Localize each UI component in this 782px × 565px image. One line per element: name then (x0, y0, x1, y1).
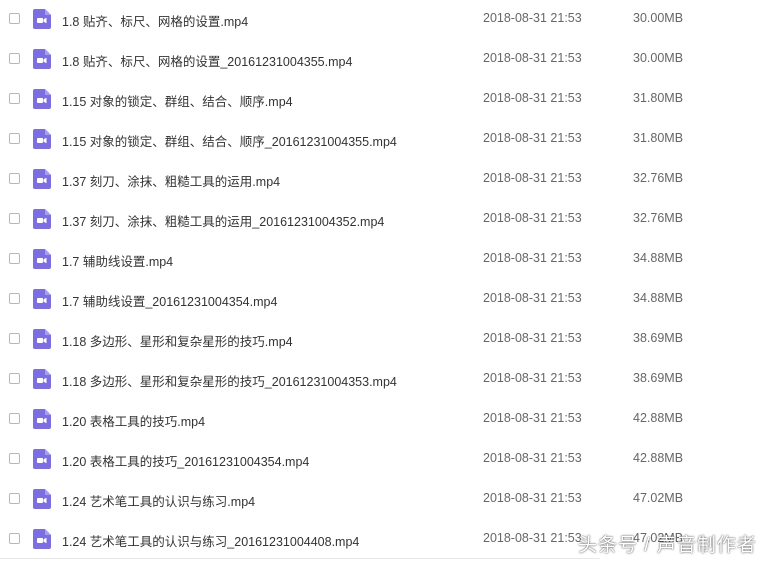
file-row[interactable]: 1.18 多边形、星形和复杂星形的技巧.mp4 2018-08-31 21:53… (0, 320, 782, 360)
file-date: 2018-08-31 21:53 (483, 371, 582, 385)
file-row[interactable]: 1.15 对象的锁定、群组、结合、顺序_20161231004355.mp4 2… (0, 120, 782, 160)
file-date: 2018-08-31 21:53 (483, 211, 582, 225)
video-file-icon (33, 489, 51, 509)
file-name[interactable]: 1.15 对象的锁定、群组、结合、顺序.mp4 (62, 91, 293, 110)
video-file-icon (33, 89, 51, 109)
row-checkbox[interactable] (9, 453, 20, 464)
file-date: 2018-08-31 21:53 (483, 331, 582, 345)
row-checkbox[interactable] (9, 13, 20, 24)
file-size: 34.88MB (633, 291, 684, 305)
row-checkbox[interactable] (9, 213, 20, 224)
watermark: 头条号 / 声音制作者 (578, 535, 757, 556)
file-row[interactable]: 1.8 贴齐、标尺、网格的设置.mp4 2018-08-31 21:53 30.… (0, 0, 782, 40)
file-size: 30.00MB (633, 51, 684, 65)
file-date: 2018-08-31 21:53 (483, 131, 582, 145)
file-row[interactable]: 1.20 表格工具的技巧_20161231004354.mp4 2018-08-… (0, 440, 782, 480)
video-file-icon (33, 329, 51, 349)
file-row[interactable]: 1.7 辅助线设置_20161231004354.mp4 2018-08-31 … (0, 280, 782, 320)
file-row[interactable]: 1.24 艺术笔工具的认识与练习.mp4 2018-08-31 21:53 47… (0, 480, 782, 520)
row-checkbox[interactable] (9, 493, 20, 504)
video-file-icon (33, 289, 51, 309)
file-date: 2018-08-31 21:53 (483, 411, 582, 425)
video-file-icon (33, 249, 51, 269)
file-name[interactable]: 1.24 艺术笔工具的认识与练习_20161231004408.mp4 (62, 531, 359, 550)
row-checkbox[interactable] (9, 373, 20, 384)
video-file-icon (33, 49, 51, 69)
video-file-icon (33, 409, 51, 429)
file-name[interactable]: 1.37 刻刀、涂抹、粗糙工具的运用.mp4 (62, 171, 280, 190)
file-name[interactable]: 1.37 刻刀、涂抹、粗糙工具的运用_20161231004352.mp4 (62, 211, 384, 230)
video-file-icon (33, 9, 51, 29)
row-checkbox[interactable] (9, 173, 20, 184)
file-date: 2018-08-31 21:53 (483, 171, 582, 185)
row-checkbox[interactable] (9, 133, 20, 144)
file-date: 2018-08-31 21:53 (483, 11, 582, 25)
file-size: 47.02MB (633, 491, 684, 505)
file-name[interactable]: 1.20 表格工具的技巧.mp4 (62, 411, 205, 430)
file-size: 31.80MB (633, 131, 684, 145)
file-size: 32.76MB (633, 211, 684, 225)
file-date: 2018-08-31 21:53 (483, 491, 582, 505)
file-size: 31.80MB (633, 91, 684, 105)
file-size: 38.69MB (633, 371, 684, 385)
file-size: 32.76MB (633, 171, 684, 185)
file-date: 2018-08-31 21:53 (483, 51, 582, 65)
file-date: 2018-08-31 21:53 (483, 91, 582, 105)
video-file-icon (33, 369, 51, 389)
row-checkbox[interactable] (9, 253, 20, 264)
file-name[interactable]: 1.8 贴齐、标尺、网格的设置_20161231004355.mp4 (62, 51, 352, 70)
video-file-icon (33, 529, 51, 549)
file-size: 34.88MB (633, 251, 684, 265)
file-list: 1.8 贴齐、标尺、网格的设置.mp4 2018-08-31 21:53 30.… (0, 0, 782, 565)
file-row[interactable]: 1.18 多边形、星形和复杂星形的技巧_20161231004353.mp4 2… (0, 360, 782, 400)
file-name[interactable]: 1.20 表格工具的技巧_20161231004354.mp4 (62, 451, 309, 470)
file-size: 30.00MB (633, 11, 684, 25)
video-file-icon (33, 129, 51, 149)
video-file-icon (33, 169, 51, 189)
file-size: 38.69MB (633, 331, 684, 345)
video-file-icon (33, 209, 51, 229)
file-date: 2018-08-31 21:53 (483, 251, 582, 265)
file-name[interactable]: 1.15 对象的锁定、群组、结合、顺序_20161231004355.mp4 (62, 131, 397, 150)
file-name[interactable]: 1.18 多边形、星形和复杂星形的技巧.mp4 (62, 331, 293, 350)
file-size: 42.88MB (633, 411, 684, 425)
file-date: 2018-08-31 21:53 (483, 531, 582, 545)
row-checkbox[interactable] (9, 293, 20, 304)
list-bottom-divider (0, 558, 600, 559)
file-name[interactable]: 1.18 多边形、星形和复杂星形的技巧_20161231004353.mp4 (62, 371, 397, 390)
file-date: 2018-08-31 21:53 (483, 291, 582, 305)
file-row[interactable]: 1.7 辅助线设置.mp4 2018-08-31 21:53 34.88MB (0, 240, 782, 280)
file-name[interactable]: 1.8 贴齐、标尺、网格的设置.mp4 (62, 11, 248, 30)
file-row[interactable]: 1.37 刻刀、涂抹、粗糙工具的运用_20161231004352.mp4 20… (0, 200, 782, 240)
row-checkbox[interactable] (9, 413, 20, 424)
video-file-icon (33, 449, 51, 469)
row-checkbox[interactable] (9, 333, 20, 344)
file-row[interactable]: 1.15 对象的锁定、群组、结合、顺序.mp4 2018-08-31 21:53… (0, 80, 782, 120)
file-row[interactable]: 1.8 贴齐、标尺、网格的设置_20161231004355.mp4 2018-… (0, 40, 782, 80)
row-checkbox[interactable] (9, 533, 20, 544)
file-name[interactable]: 1.7 辅助线设置_20161231004354.mp4 (62, 291, 277, 310)
file-row[interactable]: 1.37 刻刀、涂抹、粗糙工具的运用.mp4 2018-08-31 21:53 … (0, 160, 782, 200)
file-date: 2018-08-31 21:53 (483, 451, 582, 465)
row-checkbox[interactable] (9, 53, 20, 64)
file-name[interactable]: 1.7 辅助线设置.mp4 (62, 251, 173, 270)
row-checkbox[interactable] (9, 93, 20, 104)
file-name[interactable]: 1.24 艺术笔工具的认识与练习.mp4 (62, 491, 255, 510)
file-row[interactable]: 1.20 表格工具的技巧.mp4 2018-08-31 21:53 42.88M… (0, 400, 782, 440)
file-size: 42.88MB (633, 451, 684, 465)
